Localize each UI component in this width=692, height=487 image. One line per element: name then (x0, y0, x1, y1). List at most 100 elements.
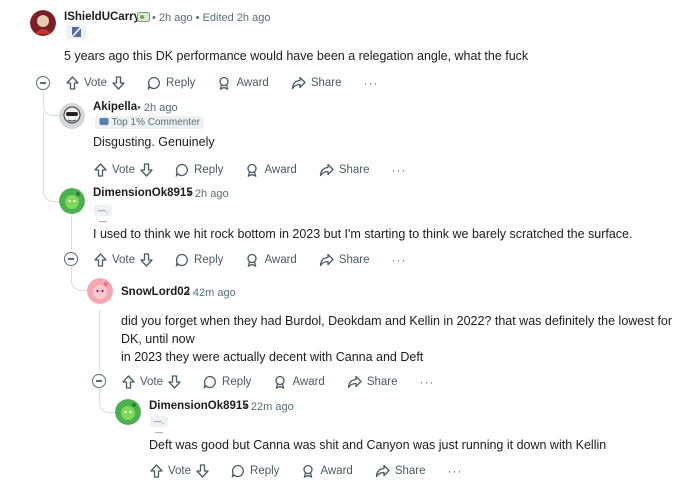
award-icon (273, 375, 287, 389)
more-icon[interactable]: ··· (392, 253, 407, 267)
comment-body: Disgusting. Genuinely (93, 135, 215, 149)
downvote-icon[interactable] (168, 375, 181, 389)
vote-control: Vote (122, 375, 181, 389)
reply-bubble-icon (175, 253, 189, 267)
downvote-icon[interactable] (196, 464, 209, 478)
share-button[interactable]: Share (319, 163, 370, 177)
award-icon (217, 76, 231, 90)
reply-button[interactable]: Reply (231, 464, 279, 478)
upvote-icon[interactable] (66, 76, 79, 90)
collapse-icon[interactable] (36, 76, 50, 90)
vote-control: Vote (150, 464, 209, 478)
reply-bubble-icon (147, 76, 161, 90)
award-button[interactable]: Award (273, 375, 325, 389)
share-arrow-icon (319, 163, 334, 177)
comment-actions: Vote Reply Award Share ··· (122, 371, 457, 393)
share-arrow-icon (375, 464, 390, 478)
upvote-icon[interactable] (94, 253, 107, 267)
flair-emoji-icon (66, 25, 86, 39)
flair-badge: —.— (150, 416, 168, 437)
timestamp: 2h ago (194, 188, 229, 200)
award-icon (301, 464, 315, 478)
flair-badge: Top 1% Commenter (95, 116, 204, 129)
downvote-icon[interactable] (112, 76, 125, 90)
vote-label: Vote (112, 164, 136, 176)
avatar[interactable] (115, 399, 141, 425)
avatar[interactable] (87, 278, 113, 304)
thread-line (99, 310, 100, 370)
award-button[interactable]: Award (245, 163, 297, 177)
vote-label: Vote (168, 465, 192, 477)
upvote-icon[interactable] (122, 375, 135, 389)
share-arrow-icon (291, 76, 306, 90)
award-button[interactable]: Award (301, 464, 353, 478)
reply-button[interactable]: Reply (175, 253, 223, 267)
comment-line: in 2023 they were actually decent with C… (121, 350, 424, 364)
vote-control: Vote (66, 76, 125, 90)
user-badge-icon (137, 10, 150, 22)
more-icon[interactable]: ··· (420, 375, 435, 389)
avatar[interactable] (59, 188, 85, 214)
comment-body: Deft was good but Canna was shit and Can… (149, 438, 607, 452)
reply-bubble-icon (203, 375, 217, 389)
comment-actions: Vote Reply Award Share ··· (66, 72, 401, 94)
reply-bubble-icon (175, 163, 189, 177)
comment-actions: Vote Reply Award Share ··· (94, 159, 429, 181)
thread-line (43, 112, 44, 190)
timestamp: 22m ago (250, 401, 294, 413)
reply-button[interactable]: Reply (203, 375, 251, 389)
avatar[interactable] (59, 103, 85, 129)
more-icon[interactable]: ··· (392, 163, 407, 177)
comment-meta: • 2h ago (137, 102, 178, 114)
award-icon (245, 163, 259, 177)
share-arrow-icon (319, 253, 334, 267)
share-button[interactable]: Share (291, 76, 342, 90)
reply-button[interactable]: Reply (147, 76, 195, 90)
collapse-icon[interactable] (92, 374, 106, 388)
username[interactable]: SnowLord02 (121, 286, 190, 298)
avatar[interactable] (30, 10, 56, 36)
comment-line: did you forget when they had Burdol, Deo… (121, 314, 673, 328)
reply-bubble-icon (231, 464, 245, 478)
vote-control: Vote (94, 253, 153, 267)
downvote-icon[interactable] (140, 253, 153, 267)
comment-actions: Vote Reply Award Share ··· (150, 460, 485, 482)
comment-body: I used to think we hit rock bottom in 20… (93, 227, 633, 241)
comment-line: DK, until now (121, 332, 195, 346)
award-button[interactable]: Award (217, 76, 269, 90)
share-button[interactable]: Share (319, 253, 370, 267)
comment-meta: • 22m ago (244, 401, 294, 413)
thread-elbow (99, 392, 116, 413)
more-icon[interactable]: ··· (364, 76, 379, 90)
comment-meta: • 42m ago (186, 287, 236, 299)
username[interactable]: DimensionOk8915 (149, 400, 249, 412)
reply-button[interactable]: Reply (175, 163, 223, 177)
share-button[interactable]: Share (347, 375, 398, 389)
award-button[interactable]: Award (245, 253, 297, 267)
thread-elbow (71, 270, 88, 291)
share-button[interactable]: Share (375, 464, 426, 478)
username[interactable]: IShieldUCarry (64, 11, 140, 23)
edited-label: Edited 2h ago (202, 12, 271, 24)
comment-actions: Vote Reply Award Share ··· (94, 249, 429, 271)
upvote-icon[interactable] (150, 464, 163, 478)
comment-meta: • 2h ago (188, 188, 229, 200)
downvote-icon[interactable] (140, 163, 153, 177)
thread-elbow (43, 185, 60, 202)
comment-body: did you forget when they had Burdol, Deo… (121, 312, 672, 366)
vote-label: Vote (140, 376, 164, 388)
username[interactable]: DimensionOk8915 (93, 187, 193, 199)
timestamp: 42m ago (192, 287, 236, 299)
award-icon (245, 253, 259, 267)
thread-elbow (43, 91, 60, 116)
more-icon[interactable]: ··· (448, 464, 463, 478)
flair-badge: —.— (94, 205, 112, 226)
vote-label: Vote (84, 77, 108, 89)
timestamp: 2h ago (158, 12, 193, 24)
vote-label: Vote (112, 254, 136, 266)
upvote-icon[interactable] (94, 163, 107, 177)
comment-meta: • 2h ago • Edited 2h ago (152, 12, 271, 24)
timestamp: 2h ago (143, 102, 178, 114)
username[interactable]: Akipella (93, 101, 137, 113)
collapse-icon[interactable] (64, 252, 78, 266)
